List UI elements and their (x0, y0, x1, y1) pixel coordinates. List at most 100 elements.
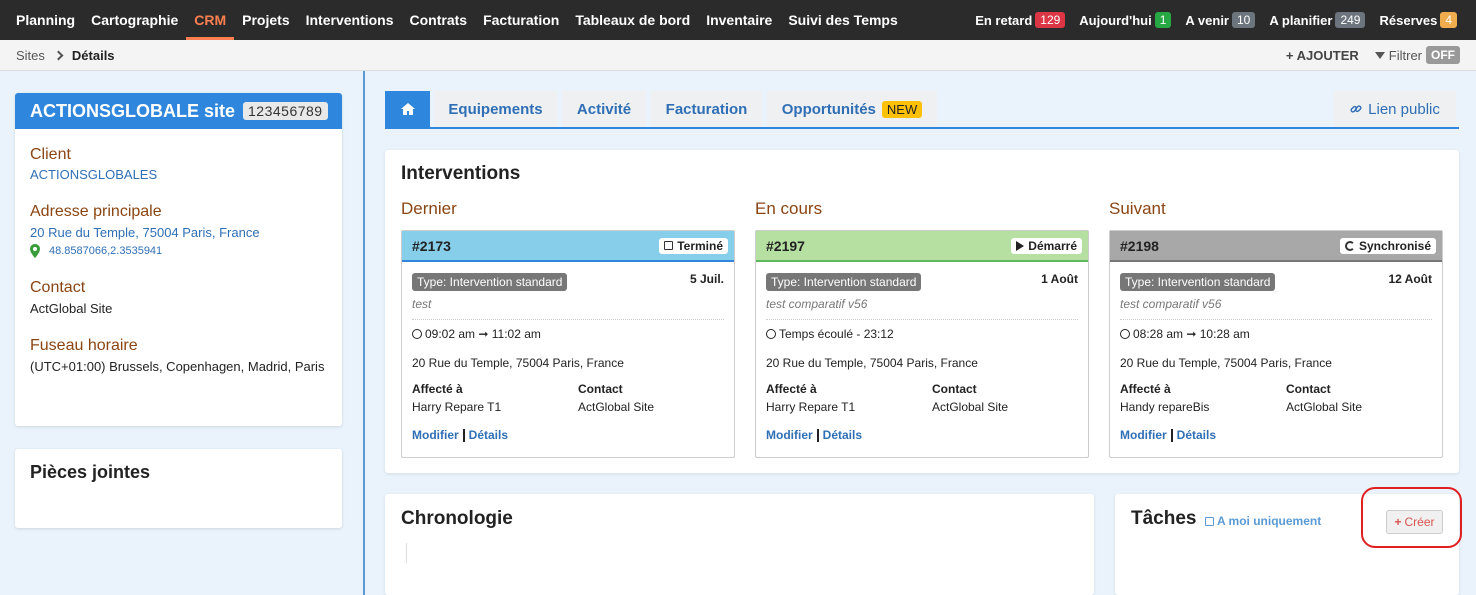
intervention-desc: test comparatif v56 (766, 297, 868, 311)
interventions-title: Interventions (401, 163, 521, 184)
status-text: Terminé (677, 238, 723, 253)
stat-label: Réserves (1379, 12, 1438, 28)
intervention-desc: test comparatif v56 (1120, 297, 1222, 311)
card-links: Modifier Détails (1120, 428, 1216, 443)
filter-icon (1374, 51, 1385, 59)
stat-label: A planifier (1269, 12, 1333, 28)
modify-link[interactable]: Modifier (766, 428, 813, 442)
count-badge: 129 (1035, 12, 1066, 28)
time-text: 08:28 am ➞ 10:28 am (1133, 327, 1250, 341)
stat-a-venir[interactable]: A venir 10 (1178, 0, 1262, 40)
count-badge: 4 (1440, 12, 1457, 28)
sync-icon (1344, 240, 1355, 251)
address-link[interactable]: 20 Rue du Temple, 75004 Paris, France (30, 225, 342, 240)
intervention-time: Temps écoulé - 23:12 (766, 327, 894, 341)
intervention-date: 12 Août (1388, 272, 1432, 286)
nav-cartographie[interactable]: Cartographie (83, 0, 186, 40)
status-text: Démarré (1028, 238, 1077, 253)
stat-a-planifier[interactable]: A planifier 249 (1262, 0, 1372, 40)
assigned-label: Affecté à (412, 382, 463, 396)
card-header: #2197 Démarré (756, 231, 1088, 262)
timeline-line (406, 543, 407, 563)
breadcrumb-bar: Sites Détails + AJOUTER Filtrer OFF (0, 40, 1476, 71)
intervention-desc: test (412, 297, 432, 311)
stat-reserves[interactable]: Réserves 4 (1372, 0, 1476, 40)
type-badge: Type: Intervention standard (1120, 273, 1276, 291)
type-badge: Type: Intervention standard (766, 273, 922, 291)
status-text: Synchronisé (1358, 238, 1431, 253)
details-link[interactable]: Détails (1177, 428, 1216, 442)
site-id-badge: 123456789 (243, 102, 328, 120)
column-label-en-cours: En cours (755, 199, 823, 218)
intervention-number[interactable]: #2173 (412, 238, 451, 254)
tab-facturation[interactable]: Facturation (651, 91, 762, 127)
nav-facturation[interactable]: Facturation (475, 0, 567, 40)
tab-activite[interactable]: Activité (562, 91, 646, 127)
intervention-number[interactable]: #2197 (766, 238, 805, 254)
add-label: AJOUTER (1296, 47, 1359, 63)
modify-link[interactable]: Modifier (412, 428, 459, 442)
add-button[interactable]: + AJOUTER (1286, 48, 1359, 63)
card-header: #2198 Synchronisé (1110, 231, 1442, 262)
nav-contrats[interactable]: Contrats (402, 0, 476, 40)
assigned-label: Affecté à (766, 382, 817, 396)
details-link[interactable]: Détails (469, 428, 508, 442)
separator (462, 429, 465, 443)
site-header: ACTIONSGLOBALE site 123456789 (15, 93, 342, 129)
clock-icon (766, 329, 776, 339)
contact-value: ActGlobal Site (578, 400, 655, 414)
only-me-checkbox[interactable]: A moi uniquement (1205, 514, 1321, 528)
nav-suivi-des-temps[interactable]: Suivi des Temps (780, 0, 905, 40)
contact-label: Contact (30, 279, 86, 296)
site-name: ACTIONSGLOBALE site (30, 100, 236, 121)
stat-en-retard[interactable]: En retard 129 (968, 0, 1072, 40)
home-icon (400, 103, 415, 115)
status-badge: Démarré (1011, 237, 1082, 254)
only-me-label: A moi uniquement (1217, 514, 1322, 528)
intervention-time: 09:02 am ➞ 11:02 am (412, 327, 541, 341)
intervention-address: 20 Rue du Temple, 75004 Paris, France (412, 356, 624, 370)
attachments-title: Pièces jointes (30, 462, 151, 482)
tab-equipements[interactable]: Equipements (434, 91, 557, 127)
breadcrumb-current: Détails (71, 47, 115, 63)
taches-title: Tâches (1131, 508, 1197, 529)
intervention-card-next: #2198 Synchronisé Type: Intervention sta… (1109, 230, 1443, 458)
tab-lien-public[interactable]: Lien public (1334, 91, 1456, 127)
tab-bar: Equipements Activité Facturation Opportu… (385, 91, 1459, 129)
filter-toggle[interactable]: Filtrer OFF (1374, 46, 1460, 64)
count-badge: 1 (1154, 12, 1172, 28)
tab-opportunites[interactable]: Opportunités NEW (767, 91, 937, 127)
modify-link[interactable]: Modifier (1120, 428, 1167, 442)
details-link[interactable]: Détails (823, 428, 862, 442)
breadcrumb-sites[interactable]: Sites (16, 48, 45, 63)
clock-icon (1120, 329, 1130, 339)
stat-label: En retard (975, 12, 1033, 28)
time-text: 09:02 am ➞ 11:02 am (425, 327, 541, 341)
assigned-value: Harry Repare T1 (766, 400, 856, 414)
filter-state-badge: OFF (1426, 46, 1460, 64)
type-badge: Type: Intervention standard (412, 273, 568, 291)
column-label-suivant: Suivant (1109, 199, 1166, 218)
filter-label: Filtrer (1388, 47, 1422, 63)
contact-label: Contact (1286, 382, 1331, 396)
nav-crm[interactable]: CRM (186, 0, 234, 40)
breadcrumb: Sites Détails (16, 48, 115, 63)
nav-tableaux-de-bord[interactable]: Tableaux de bord (567, 0, 698, 40)
new-badge: NEW (881, 100, 923, 118)
top-nav: Planning Cartographie CRM Projets Interv… (0, 0, 1476, 40)
timezone-label: Fuseau horaire (30, 337, 138, 354)
stat-aujourdhui[interactable]: Aujourd'hui 1 (1072, 0, 1178, 40)
tab-home[interactable] (385, 91, 430, 127)
nav-projets[interactable]: Projets (234, 0, 297, 40)
nav-inventaire[interactable]: Inventaire (698, 0, 780, 40)
play-icon (1016, 240, 1025, 251)
dotted-divider (1120, 319, 1432, 320)
client-link[interactable]: ACTIONSGLOBALES (30, 167, 342, 182)
nav-planning[interactable]: Planning (0, 0, 83, 40)
intervention-number[interactable]: #2198 (1120, 238, 1159, 254)
assigned-label: Affecté à (1120, 382, 1171, 396)
nav-interventions[interactable]: Interventions (298, 0, 402, 40)
coords-link[interactable]: 48.8587066,2.3535941 (30, 244, 342, 258)
status-badge: Synchronisé (1339, 237, 1436, 254)
client-label: Client (30, 146, 71, 163)
